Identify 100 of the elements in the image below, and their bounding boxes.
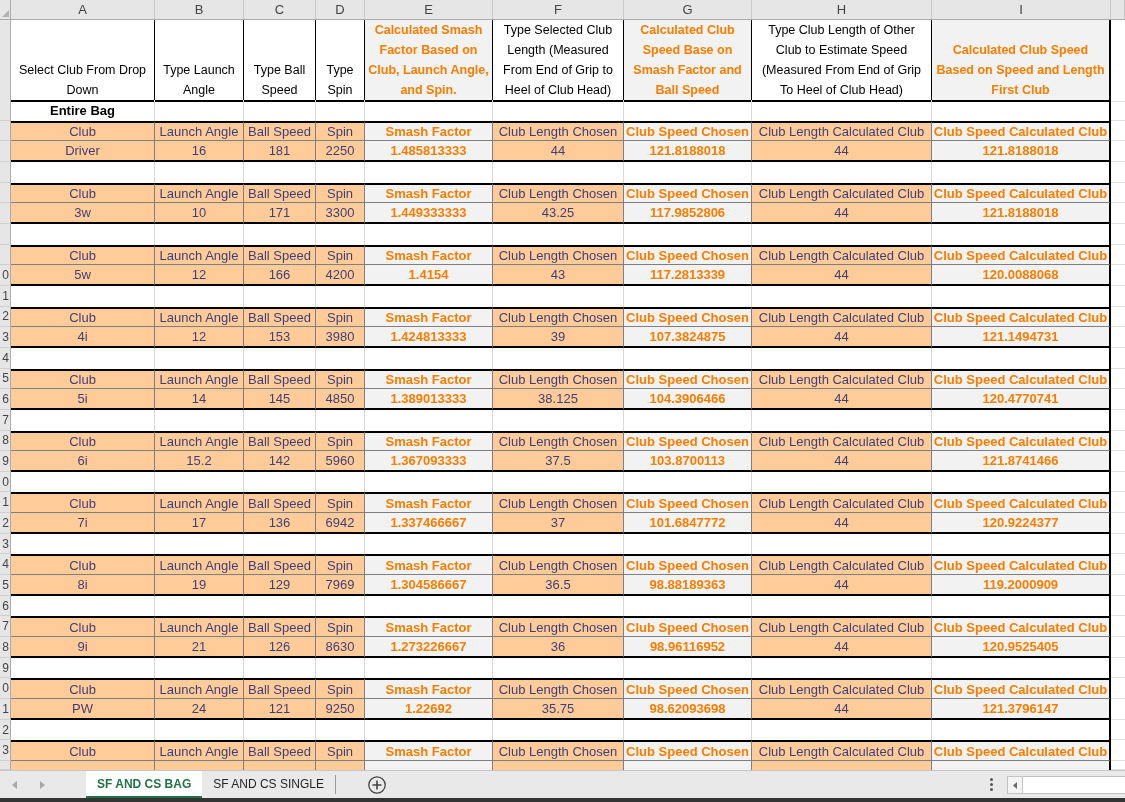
table-cell: 44 [493, 141, 624, 162]
table-cell: 36.5 [493, 575, 624, 596]
table-cell: PW [11, 699, 155, 720]
row-header[interactable]: 0 [0, 265, 11, 286]
table-cell: Club Length Calculated Club [752, 244, 932, 266]
table-cell: Club Speed Calculated Club [932, 740, 1111, 761]
column-header[interactable]: F [493, 0, 624, 19]
column-header[interactable]: G [624, 0, 752, 19]
row-header[interactable] [0, 244, 11, 266]
right-triangle-icon[interactable] [40, 780, 45, 789]
row-header[interactable] [0, 203, 11, 224]
left-triangle-icon [1013, 781, 1017, 789]
table-cell: 15.2 [155, 451, 244, 472]
table-cell: Smash Factor [365, 244, 493, 266]
table-cell: 4200 [316, 265, 365, 286]
table-cell: Ball Speed [244, 430, 316, 452]
table-cell: Club Speed Calculated Club [932, 492, 1111, 514]
table-cell: 43.25 [493, 203, 624, 224]
table-cell: Club [11, 306, 155, 328]
column-header[interactable]: E [365, 0, 493, 19]
table-cell: 1.304586667 [365, 575, 493, 596]
table-cell: Club [11, 430, 155, 452]
row-header[interactable] [0, 761, 11, 770]
table-cell: Club [11, 616, 155, 638]
table-cell: Ball Speed [244, 616, 316, 638]
row-header[interactable] [0, 100, 11, 121]
left-triangle-icon[interactable] [12, 780, 17, 789]
header-cell: Type Spin [316, 20, 365, 102]
row-header[interactable]: 8 [0, 637, 11, 658]
table-cell: Club [11, 368, 155, 390]
row-header[interactable]: 2 [0, 719, 11, 741]
sheet-tab[interactable]: SF AND CS BAG [86, 771, 203, 798]
row-header[interactable]: 7 [0, 616, 11, 638]
table-cell: Club Speed Chosen [624, 368, 752, 390]
table-cell: Smash Factor [365, 368, 493, 390]
table-cell: 1.273226667 [365, 637, 493, 658]
table-cell: Club Speed Chosen [624, 678, 752, 700]
table-cell: 120.9224377 [932, 513, 1111, 534]
table-cell: 103.8700113 [624, 451, 752, 472]
table-cell: Club Length Calculated Club [752, 678, 932, 700]
row-header[interactable] [0, 120, 11, 142]
row-header[interactable]: 3 [0, 327, 11, 348]
table-cell: 119.2000909 [932, 575, 1111, 596]
row-header[interactable]: 1 [0, 492, 11, 514]
table-cell: Ball Speed [244, 554, 316, 576]
column-header[interactable]: B [155, 0, 244, 19]
row-header[interactable]: 0 [0, 471, 11, 493]
table-cell: Launch Angle [155, 678, 244, 700]
row-header[interactable] [0, 182, 11, 204]
row-header[interactable]: 3 [0, 533, 11, 555]
table-cell: Spin [316, 616, 365, 638]
plus-circle-icon[interactable] [367, 775, 386, 794]
table-cell: 6942 [316, 513, 365, 534]
header-cell: Select Club From Drop Down [11, 20, 155, 102]
row-header[interactable]: 1 [0, 285, 11, 307]
sheet-tab[interactable]: SF AND CS SINGLE [202, 771, 335, 798]
row-header[interactable] [0, 20, 11, 102]
row-header[interactable]: 2 [0, 513, 11, 534]
table-cell: 171 [244, 203, 316, 224]
table-cell: Club Length Chosen [493, 740, 624, 761]
table-cell: 121.8188018 [624, 141, 752, 162]
table-cell: Club Speed Chosen [624, 244, 752, 266]
table-cell: Smash Factor [365, 492, 493, 514]
table-cell: Ball Speed [244, 368, 316, 390]
row-header[interactable] [0, 161, 11, 183]
row-header[interactable]: 6 [0, 389, 11, 410]
table-cell: 120.0088068 [932, 265, 1111, 286]
table-cell: Club Length Chosen [493, 554, 624, 576]
table-cell: 121.3796147 [932, 699, 1111, 720]
table-cell: 129 [244, 575, 316, 596]
table-cell: 21 [155, 637, 244, 658]
table-cell: Club Speed Calculated Club [932, 182, 1111, 204]
column-header[interactable]: C [244, 0, 316, 19]
table-cell: Club Speed Chosen [624, 554, 752, 576]
row-header[interactable] [0, 141, 11, 162]
row-header[interactable]: 7 [0, 409, 11, 431]
table-cell: Club Speed Chosen [624, 120, 752, 142]
column-header[interactable]: I [932, 0, 1111, 19]
table-cell: Spin [316, 678, 365, 700]
table-cell: Club [11, 244, 155, 266]
table-cell: 37.5 [493, 451, 624, 472]
row-header[interactable]: 9 [0, 451, 11, 472]
table-cell: Launch Angle [155, 616, 244, 638]
table-cell: 44 [752, 451, 932, 472]
row-header[interactable]: 9 [0, 657, 11, 679]
column-header[interactable]: H [752, 0, 932, 19]
corner-triangle-icon[interactable] [2, 10, 9, 17]
row-header[interactable]: 1 [0, 699, 11, 720]
table-cell: Spin [316, 306, 365, 328]
row-header[interactable]: 6 [0, 595, 11, 617]
column-header[interactable]: A [11, 0, 155, 19]
column-header[interactable]: D [316, 0, 365, 19]
row-header[interactable]: 4 [0, 347, 11, 369]
horizontal-scrollbar[interactable] [1007, 776, 1125, 794]
scroll-left-button[interactable] [1008, 777, 1023, 793]
row-header[interactable] [0, 223, 11, 245]
row-header[interactable]: 5 [0, 575, 11, 596]
table-cell: 44 [752, 389, 932, 410]
table-cell [244, 761, 316, 770]
three-dots-icon[interactable] [990, 778, 993, 791]
